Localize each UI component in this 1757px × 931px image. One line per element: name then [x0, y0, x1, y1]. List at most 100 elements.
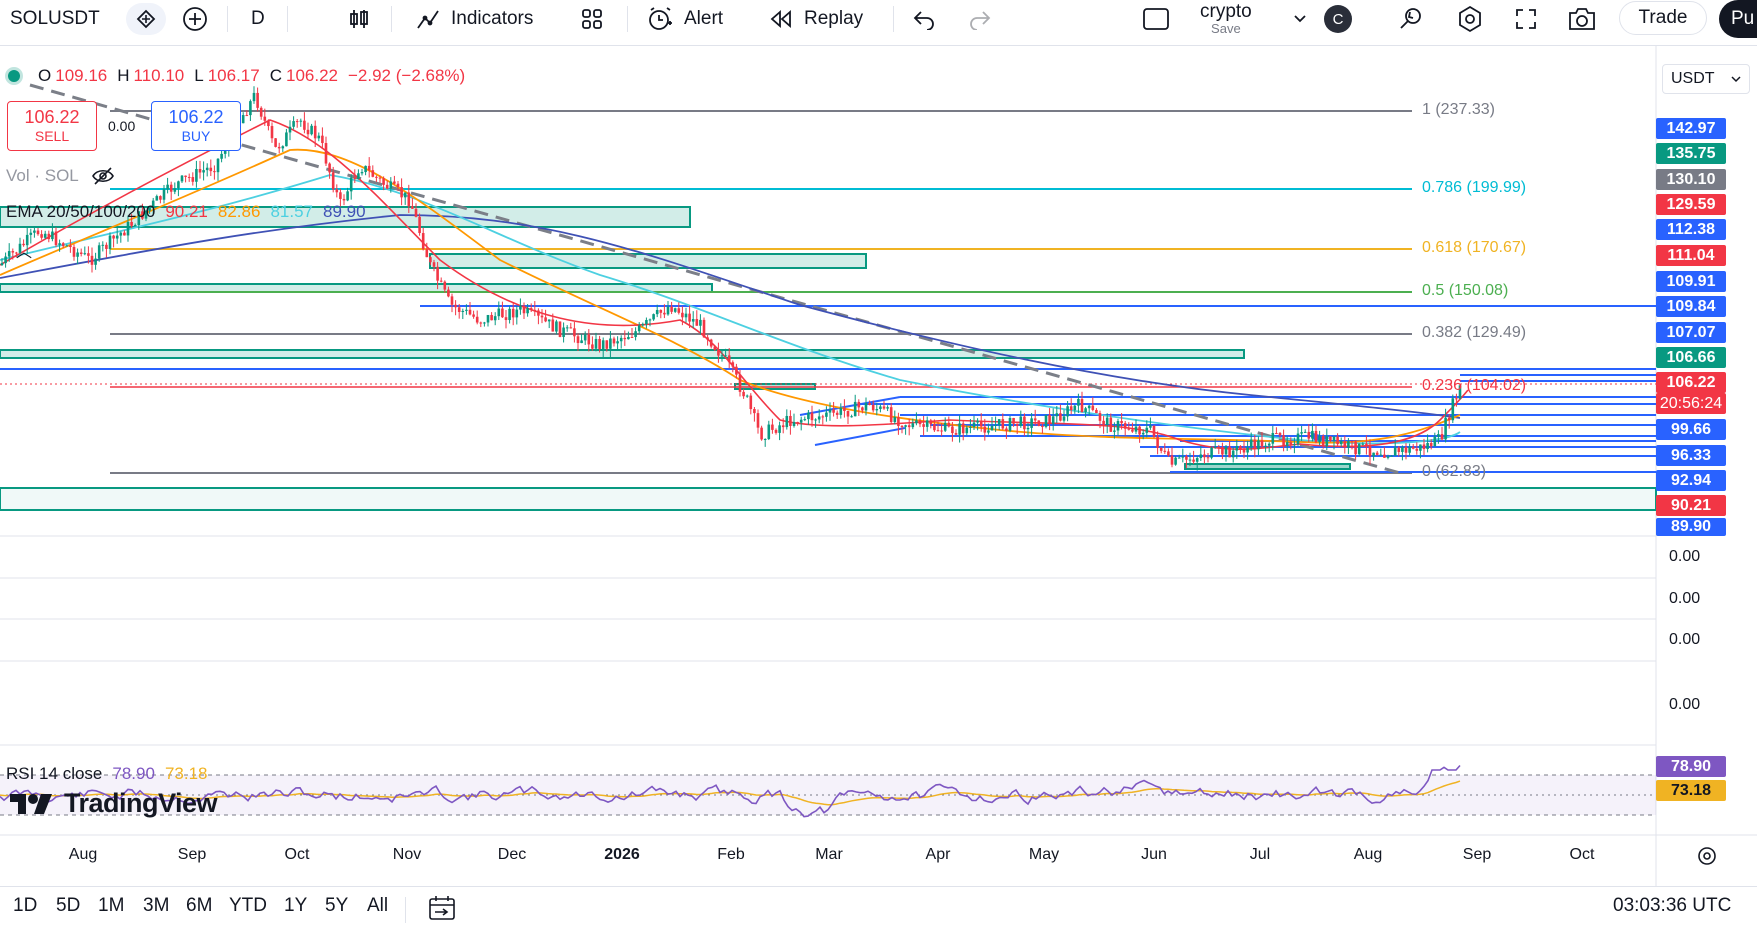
- undo-icon: [913, 11, 934, 30]
- candle-body: [1210, 447, 1213, 458]
- zone-rect[interactable]: [0, 487, 1657, 511]
- candle-body: [479, 322, 483, 324]
- candle-body: [1242, 449, 1246, 453]
- candle-body: [558, 321, 562, 337]
- ema-20-value: 90.21: [165, 202, 208, 221]
- top-toolbar: SOLUSDT D Indicators Alert Replay crypto…: [0, 0, 1757, 46]
- indicators-button[interactable]: Indicators: [415, 0, 533, 38]
- undo-button[interactable]: [912, 0, 936, 38]
- candle-body: [803, 419, 807, 421]
- candle-body: [468, 309, 472, 315]
- rsi-legend[interactable]: RSI 14 close 78.90 73.18: [6, 764, 207, 784]
- snapshot-button[interactable]: [1567, 0, 1597, 38]
- candle-body: [605, 340, 609, 349]
- close-label: C: [269, 66, 282, 85]
- sell-button[interactable]: 106.22 SELL: [7, 101, 97, 151]
- candle-body: [781, 425, 785, 428]
- candle-body: [0, 263, 4, 265]
- fullscreen-toggle-button[interactable]: [1142, 0, 1170, 38]
- candle-body: [972, 422, 976, 427]
- candle-body: [1379, 454, 1383, 456]
- range-1y-button[interactable]: 1Y: [284, 895, 307, 917]
- publish-button[interactable]: Pu: [1719, 0, 1757, 38]
- tradingview-logo[interactable]: TradingView: [8, 788, 218, 819]
- layout-menu-button[interactable]: crypto Save: [1200, 0, 1252, 38]
- symbol-search[interactable]: SOLUSDT: [10, 0, 100, 38]
- alert-button[interactable]: Alert: [646, 0, 723, 38]
- add-symbol-to-watchlist-button[interactable]: [126, 3, 166, 35]
- fullscreen-button[interactable]: [1514, 0, 1538, 38]
- candle-body: [1120, 421, 1123, 424]
- ema-legend[interactable]: EMA 20/50/100/200 90.21 82.86 81.57 89.9…: [6, 202, 366, 222]
- fib-label-0: 0 (62.83): [1422, 463, 1487, 480]
- candle-body: [760, 427, 763, 440]
- range-1m-button[interactable]: 1M: [98, 895, 124, 917]
- low-value: 106.17: [207, 66, 260, 85]
- candle-body: [904, 425, 907, 427]
- candle-body: [1278, 433, 1282, 436]
- candle-body: [652, 314, 655, 320]
- price-chart[interactable]: [0, 46, 1757, 886]
- zone-rect[interactable]: [0, 283, 713, 293]
- zone-rect[interactable]: [0, 349, 1245, 359]
- candle-body: [87, 253, 90, 256]
- candle-body: [997, 419, 1001, 425]
- candle-body: [1361, 443, 1365, 445]
- candle-body: [425, 249, 429, 258]
- horizontal-levels[interactable]: [0, 305, 1656, 473]
- compare-symbol-button[interactable]: [182, 0, 208, 38]
- templates-button[interactable]: [580, 0, 604, 38]
- candle-body: [1033, 418, 1037, 421]
- chart-settings-button[interactable]: [1696, 845, 1718, 872]
- range-3m-button[interactable]: 3M: [143, 895, 169, 917]
- candle-body: [65, 245, 69, 247]
- candle-body: [277, 146, 281, 149]
- candle-body: [418, 216, 421, 234]
- buy-button[interactable]: 106.22 BUY: [151, 101, 241, 151]
- candle-body: [7, 251, 11, 257]
- candle-body: [274, 138, 277, 147]
- layout-dropdown-button[interactable]: [1293, 0, 1307, 38]
- quick-search-button[interactable]: [1398, 0, 1424, 38]
- candle-body: [1048, 414, 1051, 424]
- candle-body: [1339, 441, 1343, 445]
- candle-body: [493, 316, 497, 321]
- collapse-legend-icon[interactable]: ︿: [16, 238, 32, 262]
- interval-button[interactable]: D: [251, 0, 265, 38]
- close-value: 106.22: [286, 66, 338, 85]
- candle-body: [763, 439, 767, 441]
- replay-button[interactable]: Replay: [768, 0, 863, 38]
- candle-body: [889, 407, 893, 423]
- zone-rect[interactable]: [1184, 463, 1351, 470]
- chart-type-button[interactable]: [347, 0, 371, 38]
- candle-body: [825, 412, 828, 417]
- candle-body: [789, 415, 792, 426]
- high-value: 110.10: [133, 66, 185, 85]
- utc-clock[interactable]: 03:03:36 UTC: [1613, 895, 1731, 917]
- candle-body: [191, 177, 195, 182]
- candle-body: [454, 304, 457, 308]
- candle-body: [1174, 457, 1177, 465]
- candle-body: [864, 403, 868, 411]
- range-5y-button[interactable]: 5Y: [325, 895, 348, 917]
- redo-button[interactable]: [968, 0, 992, 38]
- range-all-button[interactable]: All: [367, 895, 388, 917]
- candle-body: [929, 420, 933, 425]
- pane-value: 0.00: [1669, 631, 1701, 648]
- candle-body: [299, 120, 303, 122]
- go-to-date-button[interactable]: [427, 894, 457, 927]
- range-1d-button[interactable]: 1D: [13, 895, 37, 917]
- candle-body: [1411, 446, 1415, 449]
- range-5d-button[interactable]: 5D: [56, 895, 80, 917]
- settings-button[interactable]: [1456, 0, 1484, 38]
- avatar[interactable]: C: [1324, 5, 1352, 33]
- candle-body: [1008, 417, 1012, 431]
- currency-selector[interactable]: USDT: [1662, 64, 1750, 94]
- range-ytd-button[interactable]: YTD: [229, 895, 267, 917]
- trade-button[interactable]: Trade: [1619, 1, 1707, 35]
- eye-off-icon[interactable]: [91, 166, 115, 186]
- range-6m-button[interactable]: 6M: [186, 895, 212, 917]
- candle-body: [130, 221, 133, 226]
- candle-body: [555, 321, 558, 332]
- candle-body: [1134, 426, 1138, 432]
